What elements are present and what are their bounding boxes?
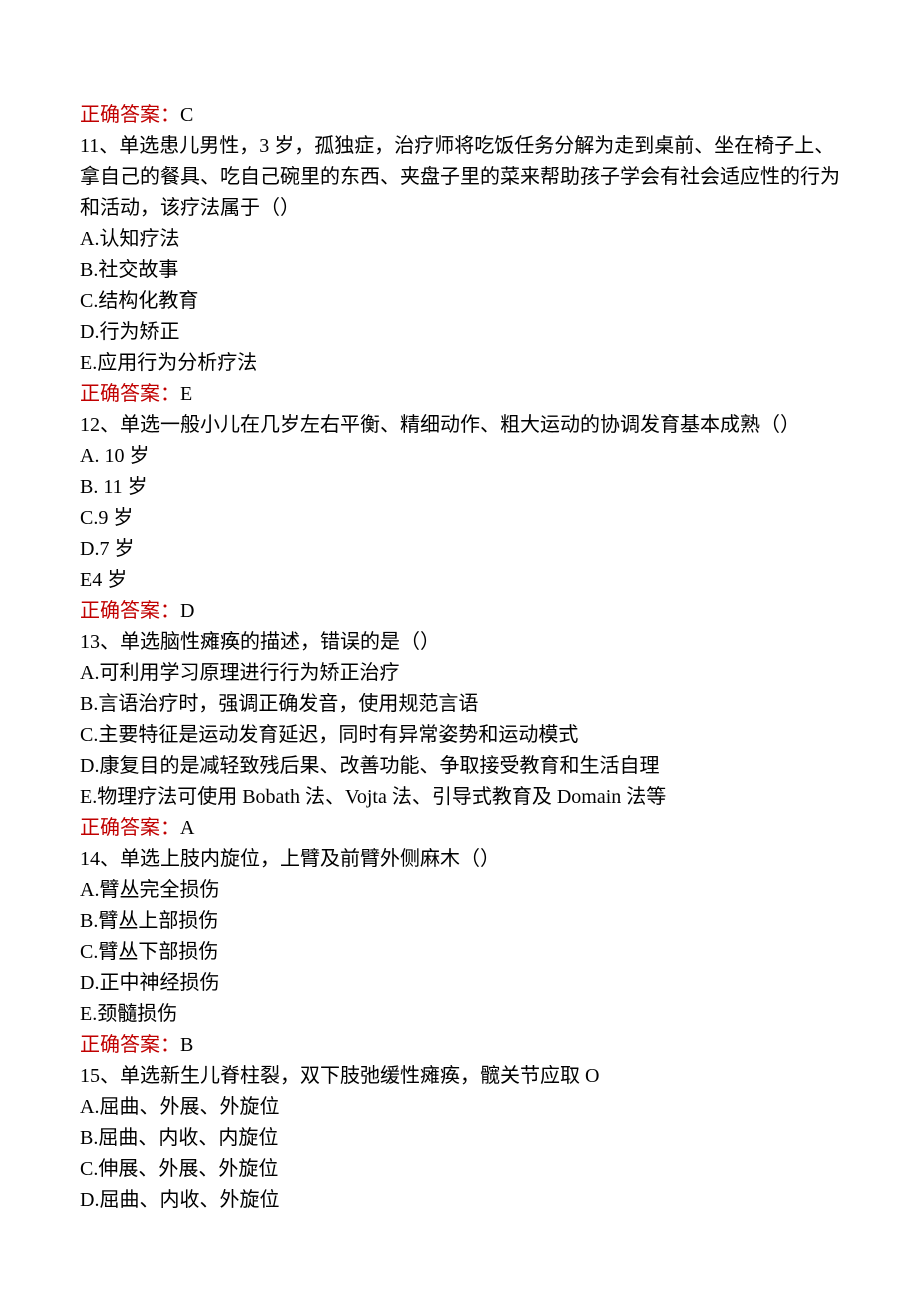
option-b-q15: B.屈曲、内收、内旋位 xyxy=(80,1123,840,1154)
option-a-q12: A. 10 岁 xyxy=(80,441,840,472)
option-d-q15: D.屈曲、内收、外旋位 xyxy=(80,1185,840,1216)
question-stem-q13: 13、单选脑性瘫痪的描述，错误的是（） xyxy=(80,627,840,658)
answer-value: B xyxy=(180,1034,193,1056)
option-b-q14: B.臂丛上部损伤 xyxy=(80,906,840,937)
answer-label: 正确答案： xyxy=(80,383,180,405)
answer-value: E xyxy=(180,383,192,405)
answer-line-q12: 正确答案：D xyxy=(80,596,840,627)
option-d-q12: D.7 岁 xyxy=(80,534,840,565)
answer-value: C xyxy=(180,104,193,126)
option-b-q12: B. 11 岁 xyxy=(80,472,840,503)
answer-value: A xyxy=(180,817,194,839)
answer-label: 正确答案： xyxy=(80,600,180,622)
answer-line-q10: 正确答案：C xyxy=(80,100,840,131)
answer-line-q11: 正确答案：E xyxy=(80,379,840,410)
option-c-q14: C.臂丛下部损伤 xyxy=(80,937,840,968)
answer-line-q13: 正确答案：A xyxy=(80,813,840,844)
option-c-q12: C.9 岁 xyxy=(80,503,840,534)
option-c-q13: C.主要特征是运动发育延迟，同时有异常姿势和运动模式 xyxy=(80,720,840,751)
option-b-q11: B.社交故事 xyxy=(80,255,840,286)
option-c-q15: C.伸展、外展、外旋位 xyxy=(80,1154,840,1185)
answer-line-q14: 正确答案：B xyxy=(80,1030,840,1061)
question-stem-q12: 12、单选一般小儿在几岁左右平衡、精细动作、粗大运动的协调发育基本成熟（） xyxy=(80,410,840,441)
option-d-q13: D.康复目的是减轻致残后果、改善功能、争取接受教育和生活自理 xyxy=(80,751,840,782)
question-stem-q11: 11、单选患儿男性，3 岁，孤独症，治疗师将吃饭任务分解为走到桌前、坐在椅子上、… xyxy=(80,131,840,224)
option-c-q11: C.结构化教育 xyxy=(80,286,840,317)
option-b-q13: B.言语治疗时，强调正确发音，使用规范言语 xyxy=(80,689,840,720)
option-e-q12: E4 岁 xyxy=(80,565,840,596)
answer-label: 正确答案： xyxy=(80,817,180,839)
question-stem-q14: 14、单选上肢内旋位，上臂及前臂外侧麻木（） xyxy=(80,844,840,875)
option-d-q14: D.正中神经损伤 xyxy=(80,968,840,999)
answer-label: 正确答案： xyxy=(80,1034,180,1056)
question-stem-q15: 15、单选新生儿脊柱裂，双下肢弛缓性瘫痪，髋关节应取 O xyxy=(80,1061,840,1092)
option-a-q11: A.认知疗法 xyxy=(80,224,840,255)
option-d-q11: D.行为矫正 xyxy=(80,317,840,348)
answer-value: D xyxy=(180,600,194,622)
option-e-q14: E.颈髓损伤 xyxy=(80,999,840,1030)
answer-label: 正确答案： xyxy=(80,104,180,126)
option-a-q15: A.屈曲、外展、外旋位 xyxy=(80,1092,840,1123)
option-a-q14: A.臂丛完全损伤 xyxy=(80,875,840,906)
option-e-q11: E.应用行为分析疗法 xyxy=(80,348,840,379)
option-a-q13: A.可利用学习原理进行行为矫正治疗 xyxy=(80,658,840,689)
option-e-q13: E.物理疗法可使用 Bobath 法、Vojta 法、引导式教育及 Domain… xyxy=(80,782,840,813)
